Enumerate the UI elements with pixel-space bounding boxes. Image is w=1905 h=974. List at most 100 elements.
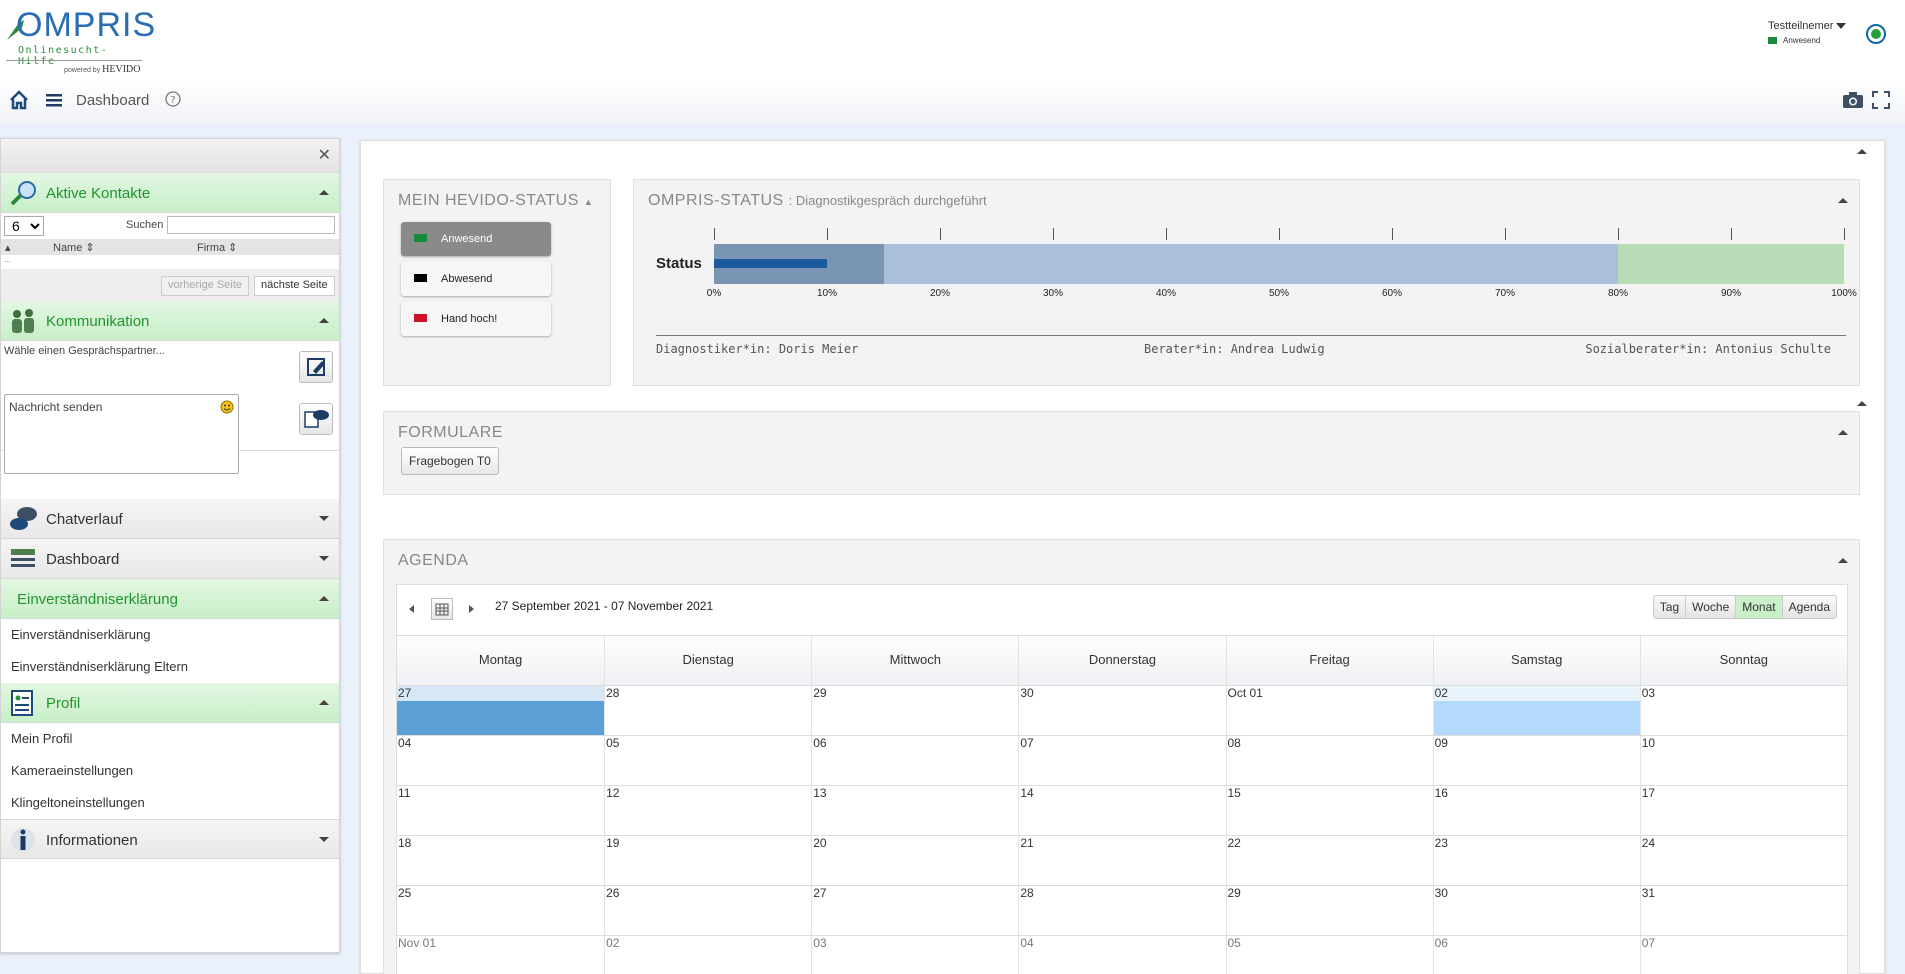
calendar-day-cell[interactable]: 28	[1018, 886, 1225, 935]
accordion-einverstaendnis[interactable]: Einverständniserklärung	[1, 579, 339, 619]
day-number[interactable]: 29	[812, 686, 1018, 701]
view-monat[interactable]: Monat	[1735, 596, 1782, 618]
send-message-button[interactable]	[299, 403, 333, 435]
day-number[interactable]: 03	[812, 936, 1018, 951]
chevron-up-icon[interactable]	[319, 318, 329, 323]
emoji-icon[interactable]	[220, 400, 234, 414]
day-number[interactable]: 04	[397, 736, 604, 751]
user-menu[interactable]: Testteilnemer Anwesend	[1768, 20, 1868, 45]
day-number[interactable]: 22	[1227, 836, 1433, 851]
calendar-day-cell[interactable]: 07	[1018, 736, 1225, 785]
day-number[interactable]: 20	[812, 836, 1018, 851]
day-number[interactable]: 21	[1019, 836, 1225, 851]
day-number[interactable]: 08	[1227, 736, 1433, 751]
day-number[interactable]: 17	[1641, 786, 1847, 801]
view-agenda[interactable]: Agenda	[1781, 596, 1836, 618]
status-button-hand-hoch[interactable]: Hand hoch!	[401, 302, 551, 336]
calendar-day-cell[interactable]: 16	[1432, 786, 1640, 835]
edit-button[interactable]	[299, 351, 333, 383]
day-number[interactable]: Nov 01	[397, 936, 604, 951]
prev-arrow-icon[interactable]	[409, 605, 414, 613]
help-icon[interactable]: ?	[164, 90, 182, 108]
column-name[interactable]: Name ⇕	[53, 241, 95, 254]
calendar-day-cell[interactable]: 14	[1018, 786, 1225, 835]
calendar-day-cell[interactable]: 19	[604, 836, 811, 885]
day-number[interactable]: 24	[1641, 836, 1847, 851]
calendar-day-cell[interactable]: 28	[604, 686, 811, 735]
calendar-day-cell[interactable]: 29	[811, 686, 1018, 735]
calendar-day-cell[interactable]: 27	[811, 886, 1018, 935]
calendar-day-cell[interactable]: 17	[1639, 786, 1847, 835]
day-number[interactable]: 13	[812, 786, 1018, 801]
collapse-caret-icon[interactable]	[1838, 198, 1848, 203]
close-icon[interactable]: ✕	[318, 145, 331, 165]
calendar-day-cell[interactable]: 11	[397, 786, 604, 835]
link-klingeltoneinstellungen[interactable]: Klingeltoneinstellungen	[1, 787, 339, 819]
day-number[interactable]: 29	[1227, 886, 1433, 901]
day-number[interactable]: 09	[1434, 736, 1640, 751]
status-button-abwesend[interactable]: Abwesend	[401, 262, 551, 296]
day-number[interactable]: 02	[1433, 686, 1640, 701]
day-number[interactable]: 23	[1434, 836, 1640, 851]
day-number[interactable]: 25	[397, 886, 604, 901]
calendar-day-cell[interactable]: 07	[1639, 936, 1847, 974]
day-number[interactable]: 03	[1641, 686, 1847, 701]
day-number[interactable]: 02	[605, 936, 811, 951]
next-arrow-icon[interactable]	[469, 605, 474, 613]
calendar-day-cell[interactable]: 04	[397, 736, 604, 785]
accordion-dashboard[interactable]: Dashboard	[1, 539, 339, 579]
fullscreen-icon[interactable]	[1871, 90, 1891, 110]
day-number[interactable]: 18	[397, 836, 604, 851]
calendar-day-cell[interactable]: Oct 01	[1225, 686, 1433, 735]
accordion-profil[interactable]: Profil	[1, 683, 339, 723]
calendar-day-cell[interactable]: 15	[1225, 786, 1433, 835]
breadcrumb-dashboard[interactable]: Dashboard	[76, 92, 149, 109]
chevron-down-icon[interactable]	[319, 556, 329, 561]
day-number[interactable]: 27	[397, 686, 605, 701]
day-number[interactable]: 30	[1019, 686, 1225, 701]
collapse-caret-icon[interactable]	[1838, 558, 1848, 563]
calendar-day-cell[interactable]: 20	[811, 836, 1018, 885]
next-page-button[interactable]: nächste Seite	[254, 276, 335, 296]
calendar-day-cell[interactable]: 08	[1225, 736, 1433, 785]
message-textarea[interactable]: Nachricht senden	[4, 394, 239, 474]
calendar-day-cell[interactable]: 02	[604, 936, 811, 974]
day-number[interactable]: 04	[1019, 936, 1225, 951]
calendar-day-cell[interactable]: 06	[1432, 936, 1640, 974]
day-number[interactable]: 15	[1227, 786, 1433, 801]
calendar-day-cell[interactable]: 30	[1018, 686, 1225, 735]
chevron-up-icon[interactable]	[319, 190, 329, 195]
day-number[interactable]: Oct 01	[1227, 686, 1433, 701]
calendar-day-cell[interactable]: 31	[1639, 886, 1847, 935]
link-kameraeinstellungen[interactable]: Kameraeinstellungen	[1, 755, 339, 787]
column-firma[interactable]: Firma ⇕	[197, 241, 237, 254]
chevron-up-icon[interactable]	[319, 700, 329, 705]
day-number[interactable]: 06	[1434, 936, 1640, 951]
user-name[interactable]: Testteilnemer	[1768, 20, 1868, 32]
calendar-day-cell[interactable]: 10	[1639, 736, 1847, 785]
chevron-down-icon[interactable]	[319, 837, 329, 842]
calendar-day-cell[interactable]: 13	[811, 786, 1018, 835]
page-size-select[interactable]: 6	[4, 216, 44, 236]
accordion-informationen[interactable]: Informationen	[1, 819, 339, 859]
contacts-search-input[interactable]	[167, 216, 335, 234]
calendar-day-cell[interactable]: 05	[1225, 936, 1433, 974]
fragebogen-button[interactable]: Fragebogen T0	[401, 447, 499, 475]
day-number[interactable]: 05	[605, 736, 811, 751]
calendar-day-cell[interactable]: 23	[1432, 836, 1640, 885]
calendar-day-cell[interactable]: 03	[811, 936, 1018, 974]
day-number[interactable]: 26	[605, 886, 811, 901]
status-button-anwesend[interactable]: Anwesend	[401, 222, 551, 256]
day-number[interactable]: 07	[1641, 936, 1847, 951]
day-number[interactable]: 28	[1019, 886, 1225, 901]
view-tag[interactable]: Tag	[1653, 596, 1686, 618]
calendar-day-cell[interactable]: 24	[1639, 836, 1847, 885]
accordion-aktive-kontakte[interactable]: Aktive Kontakte	[1, 173, 339, 213]
day-number[interactable]: 10	[1641, 736, 1847, 751]
day-number[interactable]: 16	[1434, 786, 1640, 801]
calendar-day-cell[interactable]: 29	[1225, 886, 1433, 935]
calendar-day-cell[interactable]: 30	[1432, 886, 1640, 935]
day-number[interactable]: 06	[812, 736, 1018, 751]
calendar-day-cell[interactable]: 22	[1225, 836, 1433, 885]
camera-icon[interactable]	[1842, 90, 1864, 110]
